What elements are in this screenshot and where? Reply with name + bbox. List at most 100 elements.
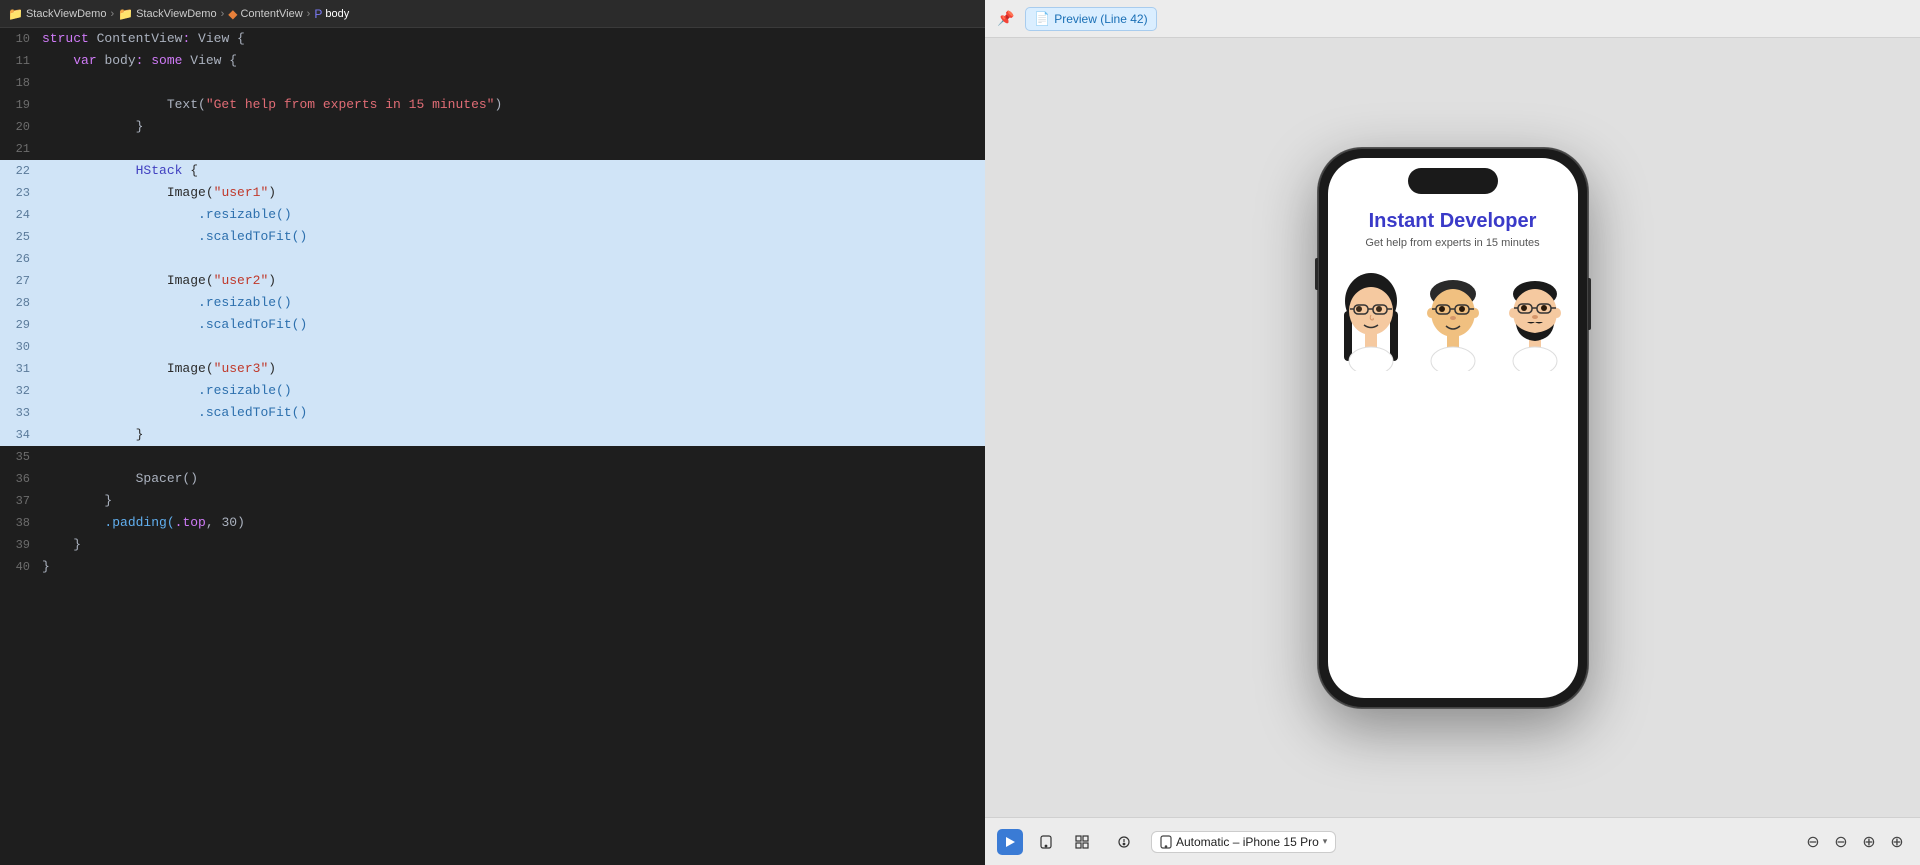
play-button[interactable]	[997, 829, 1023, 855]
user1-avatar	[1330, 261, 1412, 371]
folder-icon-1: 📁	[8, 7, 23, 21]
preview-bottom-bar: Automatic – iPhone 15 Pro ▾ ⊖ ⊖ ⊕ ⊕	[985, 817, 1920, 865]
code-line-40: 40}	[0, 556, 985, 578]
preview-label[interactable]: 📄 Preview (Line 42)	[1025, 7, 1157, 31]
zoom-in-button-2[interactable]: ⊕	[1886, 831, 1908, 853]
avatar-row	[1328, 261, 1578, 371]
code-line-18: 18	[0, 72, 985, 94]
line-content-20[interactable]: }	[42, 116, 985, 138]
line-number-18: 18	[0, 72, 42, 94]
code-line-19: 19 Text("Get help from experts in 15 min…	[0, 94, 985, 116]
breadcrumb-item-4[interactable]: P body	[314, 7, 349, 21]
line-content-31[interactable]: Image("user3")	[42, 358, 985, 380]
line-number-38: 38	[0, 512, 42, 534]
line-content-33[interactable]: .scaledToFit()	[42, 402, 985, 424]
dynamic-island	[1408, 168, 1498, 194]
line-content-11[interactable]: var body: some View {	[42, 50, 985, 72]
editor-pane: 📁 StackViewDemo › 📁 StackViewDemo › ◆ Co…	[0, 0, 985, 865]
breadcrumb-bar: 📁 StackViewDemo › 📁 StackViewDemo › ◆ Co…	[0, 0, 985, 28]
code-line-26: 26	[0, 248, 985, 270]
line-number-25: 25	[0, 226, 42, 248]
line-number-29: 29	[0, 314, 42, 336]
line-number-32: 32	[0, 380, 42, 402]
swift-icon: ◆	[228, 7, 237, 21]
line-number-39: 39	[0, 534, 42, 556]
code-line-37: 37 }	[0, 490, 985, 512]
line-content-19[interactable]: Text("Get help from experts in 15 minute…	[42, 94, 985, 116]
line-content-38[interactable]: .padding(.top, 30)	[42, 512, 985, 534]
line-content-10[interactable]: struct ContentView: View {	[42, 28, 985, 50]
preview-toolbar: 📌 📄 Preview (Line 42)	[985, 0, 1920, 38]
grid-button[interactable]	[1069, 829, 1095, 855]
line-number-36: 36	[0, 468, 42, 490]
line-content-37[interactable]: }	[42, 490, 985, 512]
device-button[interactable]	[1033, 829, 1059, 855]
code-line-10: 10struct ContentView: View {	[0, 28, 985, 50]
screen-content: Instant Developer Get help from experts …	[1328, 158, 1578, 698]
line-content-26[interactable]	[42, 248, 985, 270]
iphone-screen: Instant Developer Get help from experts …	[1328, 158, 1578, 698]
user2-avatar	[1412, 261, 1494, 371]
line-number-24: 24	[0, 204, 42, 226]
code-line-24: 24 .resizable()	[0, 204, 985, 226]
line-number-33: 33	[0, 402, 42, 424]
code-line-36: 36 Spacer()	[0, 468, 985, 490]
line-number-40: 40	[0, 556, 42, 578]
line-content-27[interactable]: Image("user2")	[42, 270, 985, 292]
line-number-28: 28	[0, 292, 42, 314]
code-line-35: 35	[0, 446, 985, 468]
zoom-in-button-1[interactable]: ⊕	[1858, 831, 1880, 853]
folder-icon-2: 📁	[118, 7, 133, 21]
device-area: Instant Developer Get help from experts …	[985, 38, 1920, 817]
code-line-31: 31 Image("user3")	[0, 358, 985, 380]
code-line-27: 27 Image("user2")	[0, 270, 985, 292]
breadcrumb-item-1[interactable]: 📁 StackViewDemo	[8, 7, 106, 21]
line-content-30[interactable]	[42, 336, 985, 358]
device-selector-label: Automatic – iPhone 15 Pro	[1176, 835, 1319, 849]
line-content-34[interactable]: }	[42, 424, 985, 446]
app-subtitle: Get help from experts in 15 minutes	[1365, 237, 1539, 249]
property-icon: P	[314, 7, 322, 21]
code-line-29: 29 .scaledToFit()	[0, 314, 985, 336]
code-area[interactable]: 10struct ContentView: View {11 var body:…	[0, 28, 985, 865]
line-content-22[interactable]: HStack {	[42, 160, 985, 182]
line-content-29[interactable]: .scaledToFit()	[42, 314, 985, 336]
line-content-28[interactable]: .resizable()	[42, 292, 985, 314]
line-content-40[interactable]: }	[42, 556, 985, 578]
pin-icon[interactable]: 📌	[995, 8, 1017, 30]
code-line-21: 21	[0, 138, 985, 160]
code-line-28: 28 .resizable()	[0, 292, 985, 314]
line-content-25[interactable]: .scaledToFit()	[42, 226, 985, 248]
code-line-22: 22 HStack {	[0, 160, 985, 182]
line-content-32[interactable]: .resizable()	[42, 380, 985, 402]
line-content-35[interactable]	[42, 446, 985, 468]
line-content-18[interactable]	[42, 72, 985, 94]
breadcrumb-sep-1: ›	[110, 8, 114, 20]
line-number-10: 10	[0, 28, 42, 50]
breadcrumb-item-3[interactable]: ◆ ContentView	[228, 7, 302, 21]
line-content-21[interactable]	[42, 138, 985, 160]
code-line-33: 33 .scaledToFit()	[0, 402, 985, 424]
code-line-20: 20 }	[0, 116, 985, 138]
inspector-button[interactable]	[1111, 829, 1137, 855]
zoom-out-button-1[interactable]: ⊖	[1802, 831, 1824, 853]
line-content-36[interactable]: Spacer()	[42, 468, 985, 490]
line-content-23[interactable]: Image("user1")	[42, 182, 985, 204]
breadcrumb-sep-2: ›	[221, 8, 225, 20]
zoom-out-button-2[interactable]: ⊖	[1830, 831, 1852, 853]
device-selector[interactable]: Automatic – iPhone 15 Pro ▾	[1151, 831, 1336, 853]
line-number-21: 21	[0, 138, 42, 160]
line-number-20: 20	[0, 116, 42, 138]
line-content-39[interactable]: }	[42, 534, 985, 556]
iphone-frame: Instant Developer Get help from experts …	[1318, 148, 1588, 708]
chevron-down-icon: ▾	[1323, 836, 1328, 847]
line-number-34: 34	[0, 424, 42, 446]
line-number-37: 37	[0, 490, 42, 512]
code-line-32: 32 .resizable()	[0, 380, 985, 402]
line-content-24[interactable]: .resizable()	[42, 204, 985, 226]
breadcrumb-item-2[interactable]: 📁 StackViewDemo	[118, 7, 216, 21]
code-line-23: 23 Image("user1")	[0, 182, 985, 204]
preview-pane: 📌 📄 Preview (Line 42) Instant Developer …	[985, 0, 1920, 865]
line-number-35: 35	[0, 446, 42, 468]
code-line-25: 25 .scaledToFit()	[0, 226, 985, 248]
